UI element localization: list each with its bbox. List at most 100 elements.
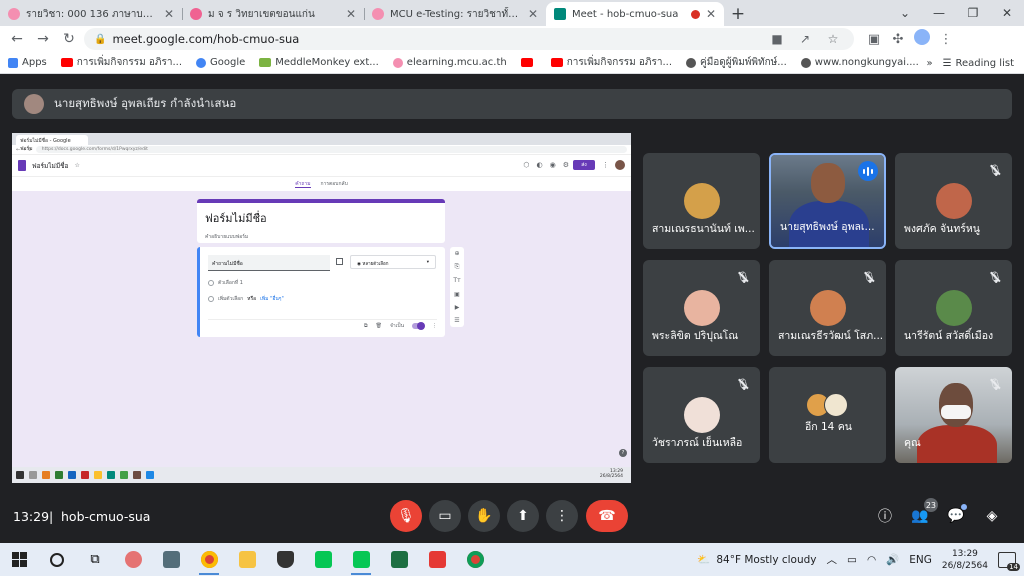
participant-name: พงศภัค จันทร์หนู bbox=[904, 223, 980, 235]
tab-search-icon[interactable]: ⌄ bbox=[888, 6, 922, 20]
site-icon bbox=[392, 57, 403, 68]
forward-icon[interactable]: → bbox=[32, 31, 54, 47]
shared-app-icon bbox=[120, 471, 128, 479]
wifi-icon[interactable]: ◠ bbox=[867, 554, 876, 566]
activities-button[interactable]: ◈ bbox=[980, 504, 1004, 528]
video-person bbox=[941, 405, 971, 419]
bookmark-item[interactable]: Google bbox=[196, 57, 245, 68]
people-button[interactable]: 👥 23 bbox=[908, 498, 938, 528]
hand-icon: ✋ bbox=[475, 508, 493, 524]
start-button[interactable] bbox=[0, 543, 38, 576]
bookmark-item[interactable]: การเพิ่มกิจกรรม อภิรา... bbox=[60, 55, 182, 70]
bookmark-item[interactable] bbox=[520, 58, 537, 67]
new-tab-button[interactable]: + bbox=[724, 2, 752, 26]
present-button[interactable]: ⬆ bbox=[507, 500, 539, 532]
trash-icon: 🗑 bbox=[375, 322, 382, 329]
taskbar-app[interactable] bbox=[456, 543, 494, 576]
participant-tile[interactable]: 🎙 นารีรัตน์ สวัสดิ์เมือง bbox=[895, 260, 1012, 356]
share-icon[interactable]: ↗ bbox=[794, 32, 816, 46]
minimize-icon[interactable]: — bbox=[922, 6, 956, 20]
clock[interactable]: 13:29 26/8/2564 bbox=[942, 548, 988, 572]
language-indicator[interactable]: ENG bbox=[909, 554, 932, 566]
bookmark-item[interactable]: www.nongkungyai.... bbox=[800, 57, 919, 68]
close-icon[interactable]: ✕ bbox=[528, 7, 538, 21]
bookmark-star-icon[interactable]: ☆ bbox=[822, 32, 844, 46]
taskbar-app[interactable] bbox=[342, 543, 380, 576]
shared-app-icon bbox=[81, 471, 89, 479]
more-options-button[interactable]: ⋮ bbox=[546, 500, 578, 532]
bookmark-item[interactable]: MeddleMonkey ext... bbox=[259, 57, 379, 68]
puzzle-icon[interactable]: ✣ bbox=[888, 32, 908, 47]
taskbar-chrome[interactable] bbox=[190, 543, 228, 576]
taskbar-app[interactable] bbox=[152, 543, 190, 576]
menu-icon[interactable]: ⋮ bbox=[936, 32, 956, 47]
participant-tile[interactable]: 🎙 พระลิขิต ปริปุณโณ bbox=[643, 260, 760, 356]
shared-start-icon bbox=[16, 471, 24, 479]
participant-name: พระลิขิต ปริปุณโณ bbox=[652, 330, 739, 342]
camera-toggle-button[interactable]: ▭ bbox=[429, 500, 461, 532]
bookmarks-bar: Apps การเพิ่มกิจกรรม อภิรา... Google Med… bbox=[0, 52, 1024, 74]
participant-name: สามเณรธนานันท์ เพ... bbox=[652, 223, 755, 235]
taskbar-app[interactable] bbox=[380, 543, 418, 576]
lock-icon[interactable]: 🔒 bbox=[94, 34, 106, 45]
star-icon: ☆ bbox=[74, 162, 80, 169]
weather-widget[interactable]: ⛅ 84°F Mostly cloudy bbox=[697, 553, 816, 567]
camera-icon[interactable]: ■ bbox=[766, 32, 788, 46]
volume-icon[interactable]: 🔊 bbox=[886, 553, 899, 566]
shared-app-icon bbox=[42, 471, 50, 479]
bookmark-item[interactable]: คู่มือดูผู้พิมพ์พิทักษ์... bbox=[686, 55, 787, 70]
taskbar-app[interactable] bbox=[228, 543, 266, 576]
recording-icon bbox=[690, 9, 700, 19]
question-card: คำถามไม่มีชื่อ ◉ หลายตัวเลือก ▾ ตัวเลือกท… bbox=[197, 247, 445, 337]
leave-call-button[interactable]: ☎ bbox=[586, 500, 628, 532]
tray-expand-icon[interactable]: ︿ bbox=[827, 552, 838, 567]
more-bookmarks-icon[interactable]: » bbox=[926, 58, 932, 69]
bookmark-item[interactable]: elearning.mcu.ac.th bbox=[392, 57, 507, 68]
raise-hand-button[interactable]: ✋ bbox=[468, 500, 500, 532]
address-bar[interactable]: 🔒 meet.google.com/hob-cmuo-sua ■ ↗ ☆ bbox=[84, 28, 854, 50]
participant-avatar bbox=[684, 397, 720, 433]
line-icon bbox=[314, 551, 332, 568]
close-icon[interactable]: ✕ bbox=[164, 7, 174, 21]
image-icon: ▣ bbox=[454, 290, 460, 298]
profile-avatar[interactable] bbox=[912, 29, 932, 49]
chat-button[interactable]: 💬 bbox=[944, 504, 968, 528]
globe-icon bbox=[686, 57, 696, 68]
restore-icon[interactable]: ❐ bbox=[956, 6, 990, 20]
participant-tile-speaking[interactable]: นายสุทธิพงษ์ อุพลเ... bbox=[769, 153, 886, 249]
taskbar-app[interactable] bbox=[266, 543, 304, 576]
participant-tile[interactable]: 🎙 วัชราภรณ์ เย็นเหลือ bbox=[643, 367, 760, 463]
self-tile[interactable]: 🎙 คุณ bbox=[895, 367, 1012, 463]
meeting-info-button[interactable]: ⓘ bbox=[873, 504, 897, 528]
mic-toggle-button[interactable]: 🎙 bbox=[390, 500, 422, 532]
browser-tab-meet[interactable]: Meet - hob-cmuo-sua ✕ bbox=[546, 2, 724, 26]
reading-list-button[interactable]: ☰ Reading list bbox=[943, 58, 1014, 69]
more-participants-tile[interactable]: อีก 14 คน bbox=[769, 367, 886, 463]
bookmark-item[interactable]: การเพิ่มกิจกรรม อภิรา... bbox=[550, 55, 672, 70]
excel-icon bbox=[390, 551, 408, 568]
windows-logo-icon bbox=[11, 552, 27, 567]
close-icon[interactable]: ✕ bbox=[346, 7, 356, 21]
participant-tile[interactable]: 🎙 สามเณรธีรวัฒน์ โสภ... bbox=[769, 260, 886, 356]
participant-tile[interactable]: 🎙 พงศภัค จันทร์หนู bbox=[895, 153, 1012, 249]
bookmark-apps[interactable]: Apps bbox=[8, 57, 47, 68]
browser-tab-1[interactable]: รายวิชา: 000 136 ภาษาบาลี-ดร.ภูษิต ✕ bbox=[0, 2, 182, 26]
back-icon[interactable]: ← bbox=[6, 31, 28, 47]
search-button[interactable] bbox=[38, 543, 76, 576]
video-icon: ▶ bbox=[454, 303, 460, 311]
taskbar-app[interactable] bbox=[304, 543, 342, 576]
extension-icon[interactable]: ▣ bbox=[864, 32, 884, 47]
close-window-icon[interactable]: ✕ bbox=[990, 6, 1024, 20]
title-icon: Tт bbox=[453, 277, 461, 285]
participant-tile[interactable]: สามเณรธนานันท์ เพ... bbox=[643, 153, 760, 249]
browser-tab-2[interactable]: ม จ ร วิทยาเขตขอนแก่น ✕ bbox=[182, 2, 364, 26]
send-button: ส่ง bbox=[573, 160, 595, 170]
taskbar-app[interactable] bbox=[418, 543, 456, 576]
reload-icon[interactable]: ↻ bbox=[58, 31, 80, 47]
taskbar-app[interactable] bbox=[114, 543, 152, 576]
notification-center-icon[interactable]: 14 bbox=[998, 551, 1020, 571]
close-icon[interactable]: ✕ bbox=[706, 7, 716, 21]
battery-icon[interactable]: ▭ bbox=[847, 554, 857, 566]
task-view-button[interactable]: ⧉ bbox=[76, 543, 114, 576]
browser-tab-3[interactable]: MCU e-Testing: รายวิชาทั้งหมด ✕ bbox=[364, 2, 546, 26]
